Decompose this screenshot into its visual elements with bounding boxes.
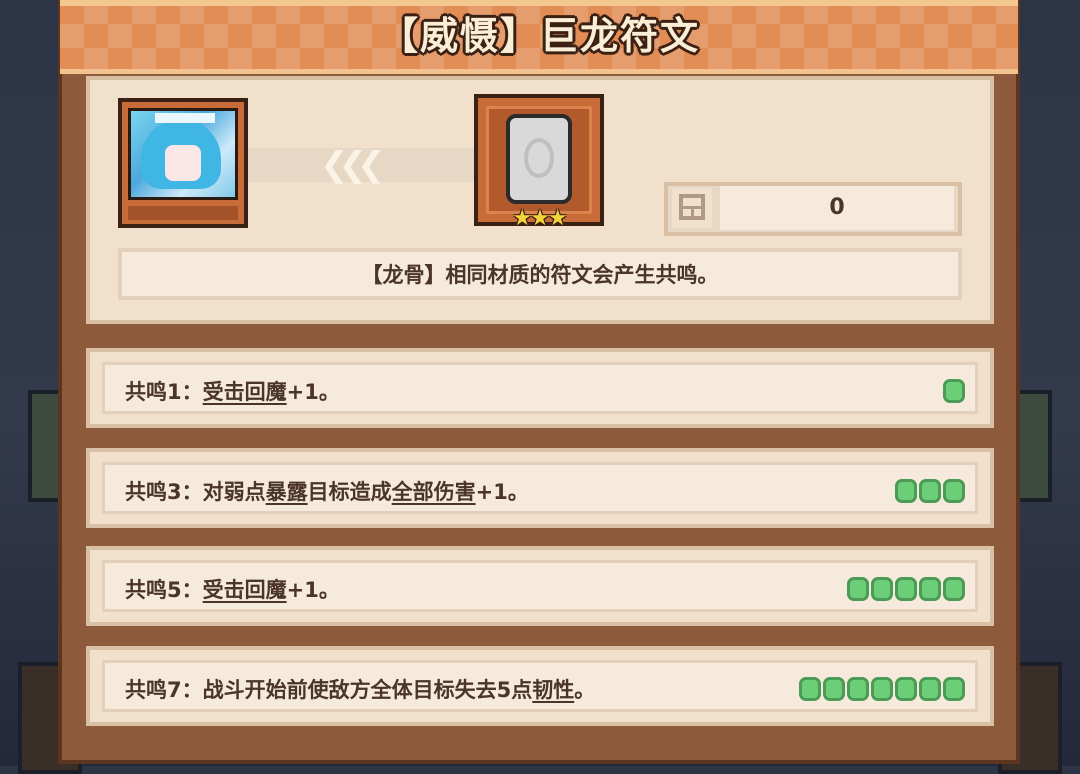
rune-slot-dot-icon bbox=[895, 677, 917, 701]
rune-slot-dot-icon bbox=[823, 677, 845, 701]
keyword-link[interactable]: 受击回魔 bbox=[203, 578, 287, 602]
hero-portrait-image bbox=[128, 108, 238, 200]
resonance-text: 共鸣5：受击回魔+1。 bbox=[125, 563, 340, 609]
keyword-link[interactable]: 受击回魔 bbox=[203, 380, 287, 404]
resonance-row-inner: 共鸣3：对弱点暴露目标造成全部伤害+1。 bbox=[102, 462, 978, 514]
resonance-effect-text: +1。 bbox=[475, 480, 529, 504]
rune-slot-dot-icon bbox=[847, 677, 869, 701]
hero-crown bbox=[155, 113, 215, 123]
resonance-requirement-dots bbox=[943, 379, 965, 405]
resonance-effect-text: +1。 bbox=[286, 578, 340, 602]
hero-face bbox=[165, 145, 201, 181]
rune-slot-dot-icon bbox=[847, 577, 869, 601]
keyword-link[interactable]: 暴露 bbox=[266, 480, 308, 504]
rune-slot-dot-icon bbox=[871, 677, 893, 701]
resonance-row-inner: 共鸣5：受击回魔+1。 bbox=[102, 560, 978, 612]
rune-count-value: 0 bbox=[720, 186, 954, 230]
keyword-link[interactable]: 全部伤害 bbox=[392, 480, 476, 504]
rune-slot-dot-icon bbox=[871, 577, 893, 601]
resonance-row: 共鸣7：战斗开始前使敌方全体目标失去5点韧性。 bbox=[86, 646, 994, 726]
keyword-link[interactable]: 韧性 bbox=[532, 678, 574, 702]
inventory-icon bbox=[679, 194, 705, 220]
resonance-effect-text: 对弱点 bbox=[202, 480, 266, 504]
resonance-text: 共鸣7：战斗开始前使敌方全体目标失去5点韧性。 bbox=[125, 663, 595, 709]
rune-stone-icon bbox=[506, 114, 572, 204]
resonance-effect-text: 战斗开始前使敌方全体目标失去5点 bbox=[202, 678, 533, 702]
chevron-left-icon: ❮❮❮ bbox=[320, 145, 385, 185]
resonance-label: 共鸣5： bbox=[125, 578, 203, 602]
resonance-requirement-dots bbox=[799, 677, 965, 703]
resonance-row: 共鸣3：对弱点暴露目标造成全部伤害+1。 bbox=[86, 448, 994, 528]
resonance-label: 共鸣3： bbox=[125, 480, 203, 504]
rune-slot-dot-icon bbox=[919, 577, 941, 601]
resonance-label: 共鸣7： bbox=[125, 678, 203, 702]
resonance-row: 共鸣1：受击回魔+1。 bbox=[86, 348, 994, 428]
inventory-icon-wrap bbox=[672, 188, 712, 228]
resonance-label: 共鸣1： bbox=[125, 380, 203, 404]
resonance-requirement-dots bbox=[895, 479, 965, 505]
rune-glyph-icon bbox=[524, 138, 554, 178]
rune-slot-dot-icon bbox=[799, 677, 821, 701]
resonance-text: 共鸣1：受击回魔+1。 bbox=[125, 365, 340, 411]
rune-slot-dot-icon bbox=[943, 479, 965, 503]
rune-slot-dot-icon bbox=[919, 677, 941, 701]
rune-slot-dot-icon bbox=[943, 677, 965, 701]
resonance-requirement-dots bbox=[847, 577, 965, 603]
panel-title: 【威慑】巨龙符文 bbox=[379, 14, 700, 58]
resonance-text: 共鸣3：对弱点暴露目标造成全部伤害+1。 bbox=[125, 465, 529, 511]
rune-description: 【龙骨】相同材质的符文会产生共鸣。 bbox=[118, 248, 962, 300]
rune-slot-dot-icon bbox=[895, 577, 917, 601]
hero-portrait[interactable] bbox=[118, 98, 248, 228]
rune-slot-dot-icon bbox=[943, 577, 965, 601]
hero-portrait-base bbox=[128, 206, 238, 220]
rune-slot-dot-icon bbox=[895, 479, 917, 503]
resonance-row: 共鸣5：受击回魔+1。 bbox=[86, 546, 994, 626]
resonance-row-inner: 共鸣1：受击回魔+1。 bbox=[102, 362, 978, 414]
rune-slot-dot-icon bbox=[919, 479, 941, 503]
rune-star-rating: ★★★ bbox=[512, 206, 567, 231]
resonance-effect-text: 目标造成 bbox=[307, 480, 392, 504]
resonance-row-inner: 共鸣7：战斗开始前使敌方全体目标失去5点韧性。 bbox=[102, 660, 978, 712]
rune-slot-dot-icon bbox=[943, 379, 965, 403]
resonance-effect-text: 。 bbox=[574, 678, 596, 702]
resonance-effect-text: +1。 bbox=[286, 380, 340, 404]
